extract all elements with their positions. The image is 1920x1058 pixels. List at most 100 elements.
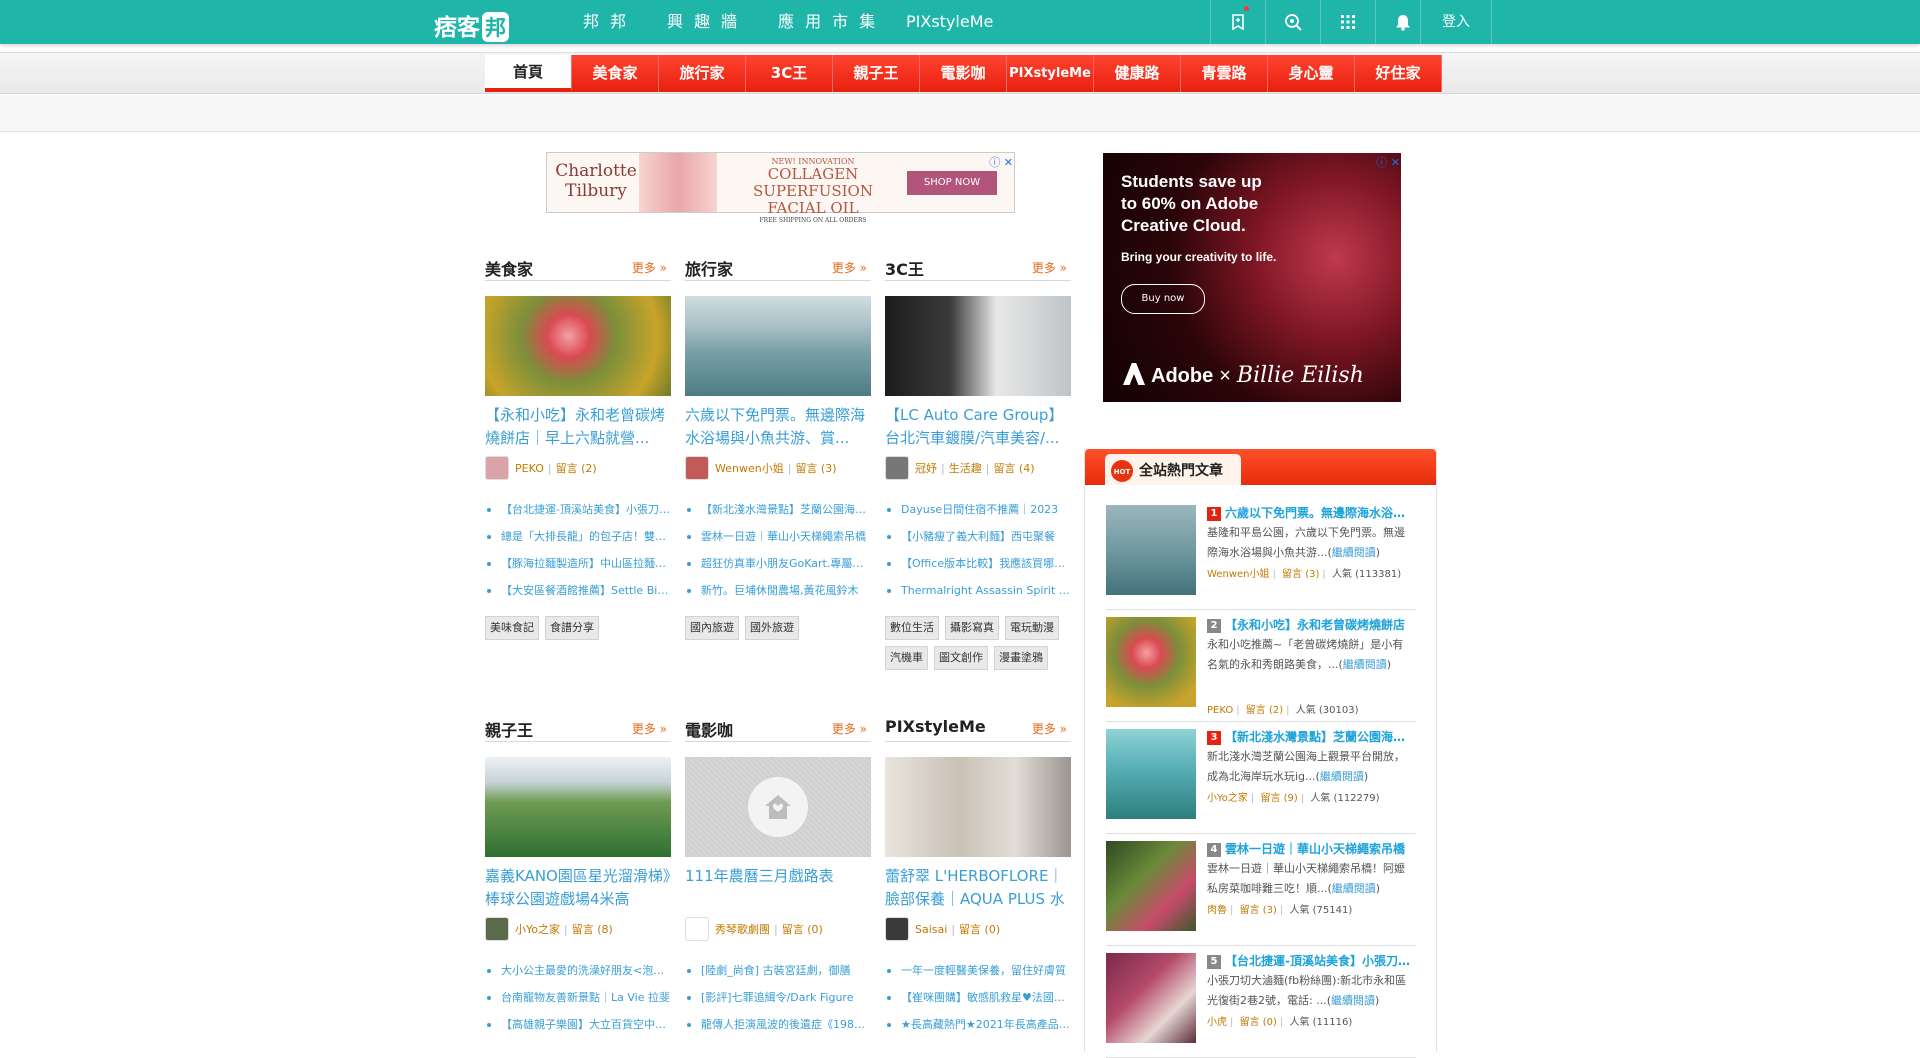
- more-link[interactable]: 更多 »: [1032, 720, 1067, 737]
- more-link[interactable]: 更多 »: [832, 259, 867, 276]
- list-item[interactable]: 一年一度輕醫美保養，留住好膚質: [885, 957, 1071, 984]
- hot-thumbnail[interactable]: [1106, 505, 1196, 595]
- comment-count[interactable]: 留言 (0): [782, 921, 823, 937]
- tab-movies[interactable]: 電影咖: [920, 55, 1007, 92]
- article-category[interactable]: 生活趣: [949, 460, 982, 476]
- hot-tab[interactable]: HOT 全站熱門文章: [1105, 454, 1241, 485]
- article-thumbnail[interactable]: [685, 296, 871, 396]
- more-link[interactable]: 更多 »: [632, 259, 667, 276]
- hot-item-title[interactable]: 5 【台北捷運-頂溪站美食】小張刀切大滷麵: [1207, 953, 1412, 969]
- tag[interactable]: 圖文創作: [934, 646, 988, 670]
- article-title[interactable]: 【永和小吃】永和老曾碳烤燒餅店｜早上六點就營...: [485, 404, 671, 450]
- list-item[interactable]: 龍傳人拒演風波的後遺症《1988》: [685, 1011, 871, 1038]
- hot-item-title[interactable]: 2 【永和小吃】永和老曾碳烤燒餅店: [1207, 617, 1412, 633]
- read-more-link[interactable]: 繼續閱讀: [1332, 882, 1376, 895]
- ad-shop-button[interactable]: SHOP NOW: [907, 171, 997, 195]
- list-item[interactable]: 【Office版本比較】我應該買哪一版: [885, 550, 1071, 577]
- comment-count[interactable]: 留言 (2): [556, 460, 597, 476]
- author-name[interactable]: Wenwen小姐: [715, 460, 784, 476]
- avatar[interactable]: [485, 917, 509, 941]
- comment-count[interactable]: 留言 (4): [993, 460, 1034, 476]
- author-name[interactable]: Saisai: [915, 923, 947, 936]
- article-thumbnail[interactable]: [885, 296, 1071, 396]
- apps-button[interactable]: [1320, 0, 1375, 44]
- list-item[interactable]: 【台北捷運-頂溪站美食】小張刀切大滷麵: [485, 496, 671, 523]
- list-item[interactable]: 超狂仿真車小朋友GoKart.專屬賽道: [685, 550, 871, 577]
- list-item[interactable]: 雲林一日遊｜華山小天梯繩索吊橋: [685, 523, 871, 550]
- list-item[interactable]: [陸劇_尚食] 古裝宮廷劇，御膳: [685, 957, 871, 984]
- more-link[interactable]: 更多 »: [632, 720, 667, 737]
- list-item[interactable]: Thermalright Assassin Spirit 120: [885, 577, 1071, 604]
- nav-app-market[interactable]: 應 用 市 集: [778, 0, 878, 44]
- ad-close-icon[interactable]: ⓘ ✕: [989, 154, 1013, 170]
- list-item[interactable]: 總是「大排長龍」的包子店！雙連站: [485, 523, 671, 550]
- article-thumbnail[interactable]: [485, 296, 671, 396]
- article-thumbnail[interactable]: [685, 757, 871, 857]
- pixnet-logo[interactable]: 痞客邦: [434, 8, 509, 42]
- tab-home[interactable]: 首頁: [485, 55, 572, 92]
- tag[interactable]: 汽機車: [885, 646, 928, 670]
- tab-mind[interactable]: 身心靈: [1268, 55, 1355, 92]
- author-name[interactable]: PEKO: [515, 462, 544, 475]
- hot-item-title[interactable]: 1 六歲以下免門票。無邊際海水浴場與小魚共游: [1207, 505, 1412, 521]
- list-item[interactable]: Dayuse日間住宿不推薦｜2023: [885, 496, 1071, 523]
- tag[interactable]: 電玩動漫: [1005, 616, 1059, 640]
- read-more-link[interactable]: 繼續閱讀: [1320, 770, 1364, 783]
- comment-count[interactable]: 留言 (8): [572, 921, 613, 937]
- hot-thumbnail[interactable]: [1106, 617, 1196, 707]
- article-title[interactable]: 蕾舒翠 L'HERBOFLORE｜臉部保養｜AQUA PLUS 水: [885, 865, 1071, 911]
- hot-thumbnail[interactable]: [1106, 953, 1196, 1043]
- nav-pixstyleme[interactable]: PIXstyleMe: [906, 0, 993, 44]
- tag[interactable]: 國內旅遊: [685, 616, 739, 640]
- tab-career[interactable]: 青雲路: [1181, 55, 1268, 92]
- author-name[interactable]: PEKO: [1207, 705, 1233, 716]
- tab-travel[interactable]: 旅行家: [659, 55, 746, 92]
- tab-home-living[interactable]: 好住家: [1355, 55, 1442, 92]
- comment-count[interactable]: 留言 (3): [1282, 569, 1319, 580]
- list-item[interactable]: [影評]七罪追緝令/Dark Figure: [685, 984, 871, 1011]
- hot-item-title[interactable]: 3 【新北淺水灣景點】芝蘭公園海上觀景平台: [1207, 729, 1412, 745]
- read-more-link[interactable]: 繼續閱讀: [1331, 994, 1375, 1007]
- tag[interactable]: 國外旅遊: [745, 616, 799, 640]
- tab-pixstyleme[interactable]: PIXstyleMe: [1007, 55, 1094, 92]
- login-button[interactable]: 登入: [1420, 0, 1492, 44]
- list-item[interactable]: 【崔咪團購】敏感肌救星♥法國保養: [885, 984, 1071, 1011]
- article-thumbnail[interactable]: [885, 757, 1071, 857]
- more-link[interactable]: 更多 »: [832, 720, 867, 737]
- avatar[interactable]: [685, 917, 709, 941]
- list-item[interactable]: 大小公主最愛的洗澡好朋友<泡泡>: [485, 957, 671, 984]
- author-name[interactable]: 小Yo之家: [1207, 793, 1248, 804]
- avatar[interactable]: [685, 456, 709, 480]
- avatar[interactable]: [485, 456, 509, 480]
- list-item[interactable]: 台南寵物友善新景點｜La Vie 拉斐: [485, 984, 671, 1011]
- comment-count[interactable]: 留言 (3): [795, 460, 836, 476]
- article-title[interactable]: 111年農曆三月戲路表: [685, 865, 871, 911]
- article-thumbnail[interactable]: [485, 757, 671, 857]
- author-name[interactable]: 小虎: [1207, 1017, 1227, 1028]
- author-name[interactable]: 肉魯: [1207, 905, 1227, 916]
- list-item[interactable]: ★長高藏熱門★2021年長高產品推薦: [885, 1011, 1071, 1038]
- hot-item-title[interactable]: 4 雲林一日遊｜華山小天梯繩索吊橋: [1207, 841, 1412, 857]
- ad-buy-button[interactable]: Buy now: [1121, 284, 1205, 314]
- banner-ad-side[interactable]: Students save up to 60% on Adobe Creativ…: [1103, 153, 1401, 402]
- comment-count[interactable]: 留言 (3): [1240, 905, 1277, 916]
- hot-thumbnail[interactable]: [1106, 729, 1196, 819]
- list-item[interactable]: 【豚海拉麵製造所】中山區拉麵推薦: [485, 550, 671, 577]
- list-item[interactable]: 【小豬瘦了義大利麵】西屯聚餐: [885, 523, 1071, 550]
- tag[interactable]: 食譜分享: [545, 616, 599, 640]
- tag[interactable]: 攝影寫真: [945, 616, 999, 640]
- bookmark-button[interactable]: [1210, 0, 1265, 44]
- tag[interactable]: 漫畫塗鴉: [994, 646, 1048, 670]
- list-item[interactable]: 【新北淺水灣景點】芝蘭公園海上觀景平台: [685, 496, 871, 523]
- read-more-link[interactable]: 繼續閱讀: [1343, 658, 1387, 671]
- comment-count[interactable]: 留言 (2): [1246, 705, 1283, 716]
- list-item[interactable]: 【高雄親子樂園】大立百貨空中樂園: [485, 1011, 671, 1038]
- nav-interest-wall[interactable]: 興 趣 牆: [667, 0, 740, 44]
- search-button[interactable]: [1265, 0, 1320, 44]
- tag[interactable]: 數位生活: [885, 616, 939, 640]
- author-name[interactable]: Wenwen小姐: [1207, 569, 1269, 580]
- banner-ad-top[interactable]: Charlotte Tilbury NEW! INNOVATION COLLAG…: [546, 152, 1015, 224]
- more-link[interactable]: 更多 »: [1032, 259, 1067, 276]
- author-name[interactable]: 秀琴歌劇團: [715, 921, 770, 937]
- article-title[interactable]: 六歲以下免門票。無邊際海水浴場與小魚共游、賞...: [685, 404, 871, 450]
